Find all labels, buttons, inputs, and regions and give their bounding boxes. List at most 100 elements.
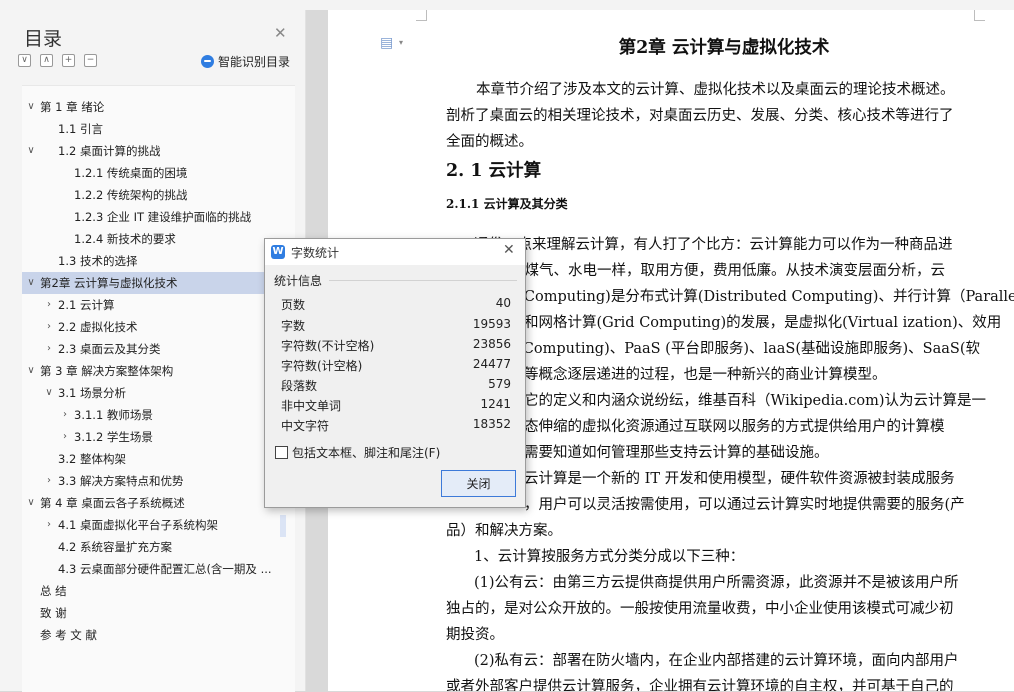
toc-item[interactable]: 3.2 整体构架 — [22, 448, 284, 470]
toc-item[interactable]: 1.2.1 传统桌面的困境 — [22, 162, 284, 184]
toc-item[interactable]: 1.2.3 企业 IT 建设维护面临的挑战 — [22, 206, 284, 228]
toc-item[interactable]: ∨ 第 3 章 解决方案整体架构 — [22, 360, 284, 382]
stat-value: 23856 — [472, 337, 511, 351]
toc-item[interactable]: › 3.1.1 教师场景 — [22, 404, 284, 426]
divider — [329, 280, 517, 281]
page-corner-mark — [416, 10, 427, 21]
toc-item[interactable]: 1.3 技术的选择 — [22, 250, 284, 272]
chevron-down-icon[interactable]: ∨ — [26, 492, 36, 514]
stat-value: 1241 — [480, 397, 511, 411]
chevron-down-icon[interactable]: ▾ — [399, 38, 403, 47]
stat-label: 页数 — [281, 298, 306, 312]
add-heading-icon[interactable]: + — [62, 54, 75, 67]
include-textbox-checkbox[interactable] — [275, 446, 288, 459]
toc-item-label: 4.2 系统容量扩充方案 — [58, 540, 172, 554]
toc-item-label: 3.1.2 学生场景 — [74, 430, 153, 444]
close-icon[interactable]: ✕ — [503, 242, 515, 258]
chevron-right-icon[interactable]: › — [44, 294, 54, 316]
stat-value: 18352 — [472, 417, 511, 431]
toc-item[interactable]: › 2.2 虚拟化技术 — [22, 316, 284, 338]
toc-item-label: 1.2.4 新技术的要求 — [74, 232, 176, 246]
toc-item[interactable]: 致 谢 — [22, 602, 284, 624]
toc-item-label: 1.2.2 传统架构的挑战 — [74, 188, 188, 202]
toc-item[interactable]: 1.1 引言 — [22, 118, 284, 140]
toc-item[interactable]: ∨ 第2章 云计算与虚拟化技术 — [22, 272, 284, 294]
toc-item[interactable]: ∨ 第 4 章 桌面云各子系统概述 — [22, 492, 284, 514]
toc-item[interactable]: ∨ 第 1 章 绪论 — [22, 96, 284, 118]
toc-item-label: 致 谢 — [40, 606, 67, 620]
toc-item-label: 第 4 章 桌面云各子系统概述 — [40, 496, 185, 510]
body-line: 等概念逐层递进的过程，也是一种新兴的商业计算模型。 — [524, 367, 887, 383]
toc-item-label: 3.1 场景分析 — [58, 386, 126, 400]
section-heading: 2. 1 云计算 — [446, 161, 542, 181]
dialog-title: 字数统计 — [291, 246, 340, 260]
toc-item-label: 4.3 云桌面部分硬件配置汇总(含一期及 ... — [58, 562, 272, 576]
body-line: 它的定义和内涵众说纷纭，维基百科（Wikipedia.com)认为云计算是一 — [524, 393, 987, 409]
stat-label: 字数 — [281, 319, 306, 333]
toc-item[interactable]: › 3.3 解决方案特点和优势 — [22, 470, 284, 492]
body-line: 期投资。 — [446, 627, 504, 643]
chevron-right-icon[interactable]: › — [60, 404, 70, 426]
wps-logo-icon: W — [271, 245, 285, 259]
toc-item-label: 参 考 文 献 — [40, 628, 97, 642]
toc-item[interactable]: 4.3 云桌面部分硬件配置汇总(含一期及 ... — [22, 558, 284, 580]
body-line: 品）和解决方案。 — [446, 523, 562, 539]
body-line: 独占的，是对公众开放的。一般按使用流量收费，中小企业使用该模式可减少初 — [446, 601, 954, 617]
document-icon[interactable]: ▤ — [380, 35, 393, 51]
toc-item[interactable]: › 4.1 桌面虚拟化平台子系统构架 — [22, 514, 284, 536]
stat-value: 579 — [488, 377, 511, 391]
subsection-heading: 2.1.1 云计算及其分类 — [446, 197, 568, 211]
close-icon[interactable]: ✕ — [274, 24, 287, 42]
toc-item[interactable]: ∨ 1.2 桌面计算的挑战 — [22, 140, 284, 162]
chevron-right-icon[interactable]: › — [44, 338, 54, 360]
chevron-down-icon[interactable]: ∨ — [26, 96, 36, 118]
dialog-titlebar[interactable]: W 字数统计 ✕ — [265, 239, 525, 265]
toc-item[interactable]: › 2.1 云计算 — [22, 294, 284, 316]
chevron-right-icon[interactable]: › — [44, 316, 54, 338]
body-line: (1)公有云：由第三方云提供商提供用户所需资源，此资源并不是被该用户所 — [474, 575, 959, 591]
expand-all-icon[interactable]: ∧ — [40, 54, 53, 67]
toc-item-label: 第 1 章 绪论 — [40, 100, 105, 114]
toc-item[interactable]: 总 结 — [22, 580, 284, 602]
body-line: ，用户可以灵活按需使用，可以通过云计算实时地提供需要的服务(产 — [524, 497, 965, 513]
page-corner-mark — [974, 10, 985, 21]
sidebar-scrollbar[interactable] — [280, 515, 286, 537]
close-button[interactable]: 关闭 — [441, 470, 516, 497]
chevron-right-icon[interactable]: › — [44, 514, 54, 536]
checkbox-label[interactable]: 包括文本框、脚注和尾注(F) — [292, 444, 440, 461]
toc-item-label: 总 结 — [40, 584, 67, 598]
chevron-down-icon[interactable]: ∨ — [26, 272, 36, 294]
toc-item-label: 1.1 引言 — [58, 122, 103, 136]
chevron-down-icon[interactable]: ∨ — [44, 382, 54, 404]
ai-recognize-toc-button[interactable]: 智能识别目录 — [201, 53, 290, 70]
toc-item[interactable]: 4.2 系统容量扩充方案 — [22, 536, 284, 558]
stat-label: 字符数(计空格) — [281, 359, 363, 373]
body-line: 通俗一点来理解云计算，有人打了个比方：云计算能力可以作为一种商品进 — [474, 237, 953, 253]
toc-list: ∨ 第 1 章 绪论 1.1 引言 ∨ 1.2 桌面计算的挑战 1.2.1 传统桌面的困境… — [22, 85, 295, 692]
toc-item[interactable]: 1.2.2 传统架构的挑战 — [22, 184, 284, 206]
group-title: 统计信息 — [274, 274, 323, 288]
body-line: 1、云计算按服务方式分类分成以下三种： — [474, 549, 745, 565]
ai-icon — [201, 55, 214, 68]
toc-item[interactable]: › 2.3 桌面云及其分类 — [22, 338, 284, 360]
remove-heading-icon[interactable]: − — [84, 54, 97, 67]
toc-item-label: 3.3 解决方案特点和优势 — [58, 474, 184, 488]
chevron-right-icon[interactable]: › — [44, 470, 54, 492]
chevron-right-icon[interactable]: › — [60, 426, 70, 448]
toc-item-label: 2.3 桌面云及其分类 — [58, 342, 161, 356]
toc-item[interactable]: › 3.1.2 学生场景 — [22, 426, 284, 448]
collapse-all-icon[interactable]: ∨ — [18, 54, 31, 67]
stat-label: 段落数 — [281, 379, 318, 393]
toc-item[interactable]: 参 考 文 献 — [22, 624, 284, 646]
body-line: 需要知道如何管理那些支持云计算的基础设施。 — [524, 445, 829, 461]
chevron-down-icon[interactable]: ∨ — [26, 360, 36, 382]
toc-item-label: 1.2.3 企业 IT 建设维护面临的挑战 — [74, 210, 252, 224]
body-line: y Computing)、PaaS (平台即服务)、laaS(基础设施即服务)、… — [510, 341, 980, 357]
toc-item[interactable]: 1.2.4 新技术的要求 — [22, 228, 284, 250]
toc-item[interactable]: ∨ 3.1 场景分析 — [22, 382, 284, 404]
stat-value: 24477 — [472, 357, 511, 371]
chevron-down-icon[interactable]: ∨ — [26, 140, 36, 162]
sidebar-title: 目录 — [24, 28, 63, 50]
word-count-dialog: W 字数统计 ✕ 统计信息 页数 40 字数 19593 字符数(不计空格) 2… — [264, 238, 526, 508]
toc-item-label: 第 3 章 解决方案整体架构 — [40, 364, 174, 378]
